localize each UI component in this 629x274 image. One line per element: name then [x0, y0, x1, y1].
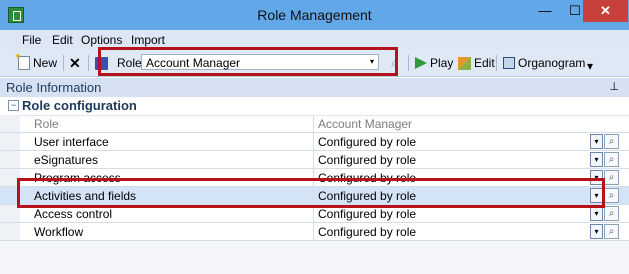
panel-header: Role Information ⊥ [0, 78, 629, 98]
play-icon [415, 57, 427, 69]
column-divider [313, 115, 314, 133]
grid-header: Role Account Manager [0, 115, 629, 133]
toolbar-separator [63, 55, 64, 71]
new-button-label: New [33, 56, 58, 70]
row-buttons: ▾ ⌕ [590, 134, 619, 149]
empty-area [0, 241, 629, 274]
row-value[interactable]: Configured by role [318, 207, 416, 221]
menu-file[interactable]: File [22, 33, 41, 47]
row-buttons: ▾ ⌕ [590, 206, 619, 221]
highlight-box-role [98, 47, 398, 76]
row-name: Workflow [34, 225, 84, 239]
search-icon[interactable]: ⌕ [604, 170, 619, 185]
edit-button-label: Edit [474, 56, 495, 70]
search-icon[interactable]: ⌕ [604, 134, 619, 149]
table-row[interactable]: Workflow Configured by role ▾ ⌕ [0, 223, 629, 241]
delete-button[interactable]: ✕ [69, 55, 81, 71]
menu-options[interactable]: Options [81, 33, 122, 47]
section-role-configuration: − Role configuration [0, 97, 629, 116]
row-name: eSignatures [34, 153, 99, 167]
organogram-button-label: Organogram [518, 56, 586, 70]
table-row[interactable]: User interface Configured by role ▾ ⌕ [0, 133, 629, 151]
play-button-label: Play [430, 56, 454, 70]
chevron-down-icon[interactable]: ▾ [590, 134, 603, 149]
section-title: Role configuration [22, 98, 137, 113]
chevron-down-icon[interactable]: ▾ [590, 152, 603, 167]
toolbar-overflow-button[interactable]: ▾ [587, 58, 593, 74]
minimize-button[interactable]: — [531, 0, 559, 22]
column-divider [313, 151, 314, 169]
search-icon[interactable]: ⌕ [604, 224, 619, 239]
column-divider [313, 223, 314, 241]
organogram-button[interactable]: Organogram [503, 55, 585, 71]
chevron-down-icon: ▾ [587, 59, 594, 73]
row-name: Access control [34, 207, 113, 221]
chevron-down-icon[interactable]: ▾ [590, 224, 603, 239]
row-buttons: ▾ ⌕ [590, 224, 619, 239]
search-icon[interactable]: ⌕ [604, 206, 619, 221]
row-name: User interface [34, 135, 109, 149]
edit-button[interactable]: Edit [458, 55, 495, 71]
panel-title: Role Information [6, 80, 102, 95]
organogram-icon [503, 57, 515, 69]
toolbar-separator [408, 55, 409, 71]
new-button[interactable]: New [14, 51, 58, 71]
row-buttons: ▾ ⌕ [590, 152, 619, 167]
chevron-down-icon[interactable]: ▾ [590, 206, 603, 221]
header-account-manager: Account Manager [318, 117, 413, 131]
highlight-box-activities [17, 178, 605, 208]
toolbar-separator [88, 55, 89, 71]
row-value[interactable]: Configured by role [318, 135, 416, 149]
toolbar-separator [496, 55, 497, 71]
title-bar: Role Management — ☐ ✕ [0, 0, 629, 30]
play-button[interactable]: Play [415, 55, 453, 71]
search-icon[interactable]: ⌕ [604, 188, 619, 203]
menu-edit[interactable]: Edit [52, 33, 73, 47]
header-role: Role [34, 117, 59, 131]
search-icon[interactable]: ⌕ [604, 152, 619, 167]
row-value[interactable]: Configured by role [318, 153, 416, 167]
pin-icon[interactable]: ⊥ [609, 80, 619, 93]
edit-icon [458, 56, 471, 70]
row-value[interactable]: Configured by role [318, 225, 416, 239]
column-divider [313, 133, 314, 151]
close-button[interactable]: ✕ [583, 0, 628, 22]
menu-import[interactable]: Import [131, 33, 165, 47]
delete-icon: ✕ [69, 54, 81, 71]
table-row[interactable]: eSignatures Configured by role ▾ ⌕ [0, 151, 629, 169]
new-document-icon [14, 51, 30, 70]
collapse-icon[interactable]: − [8, 100, 19, 111]
